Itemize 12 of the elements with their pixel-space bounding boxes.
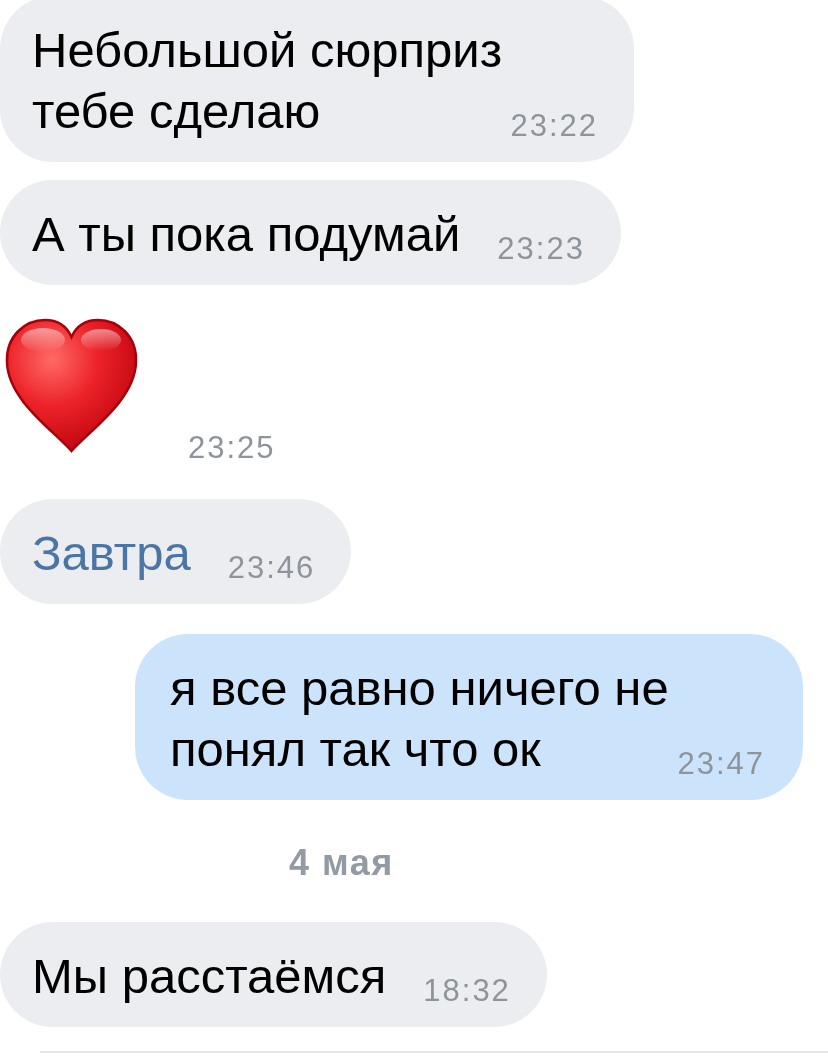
message-text: А ты пока подумай (32, 207, 461, 261)
message-time: 18:32 (423, 975, 511, 1006)
message-text: Небольшой сюрприз тебе сделаю (32, 23, 503, 138)
message-text: я все равно ничего не понял так что ок (170, 661, 669, 776)
message-link[interactable]: Завтра (32, 526, 191, 580)
message-time: 23:22 (510, 110, 598, 141)
message-time: 23:25 (188, 432, 276, 465)
message-time: 23:47 (677, 748, 765, 779)
message-text: Мы расстаёмся (32, 949, 387, 1003)
message-time: 23:46 (227, 552, 316, 583)
message-time: 23:23 (497, 233, 585, 264)
date-label: 4 мая (289, 842, 394, 884)
